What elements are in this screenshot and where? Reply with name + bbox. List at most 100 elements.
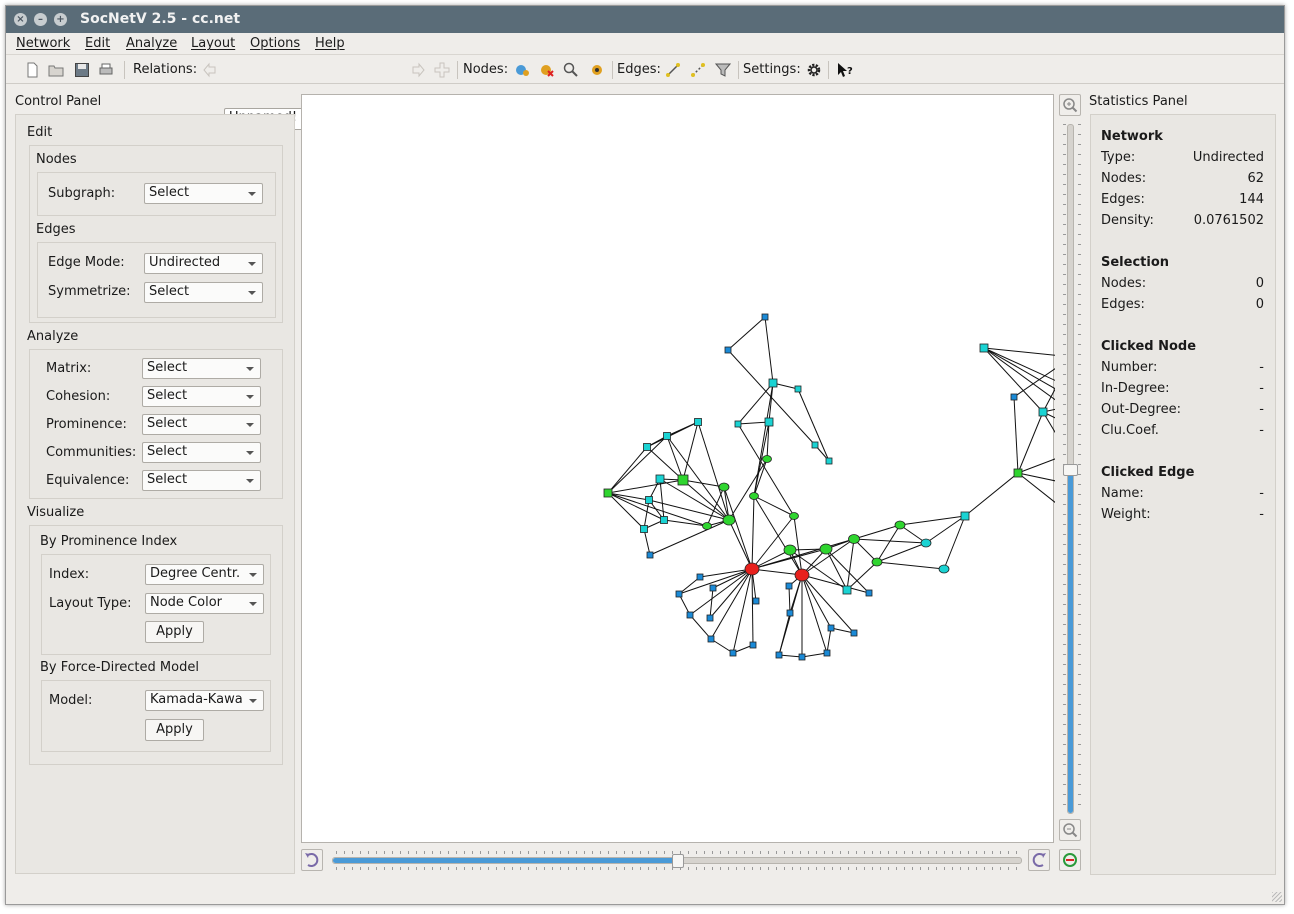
graph-node[interactable]	[871, 557, 883, 567]
graph-node[interactable]	[794, 385, 802, 393]
graph-edge[interactable]	[943, 515, 966, 570]
graph-node[interactable]	[811, 441, 819, 449]
graph-node[interactable]	[645, 496, 653, 504]
graph-node[interactable]	[1010, 393, 1018, 401]
zoom-slider[interactable]	[1063, 124, 1078, 814]
graph-node[interactable]	[752, 597, 760, 605]
graph-canvas[interactable]	[301, 94, 1140, 844]
graph-node[interactable]	[677, 474, 689, 486]
graph-node[interactable]	[789, 512, 799, 520]
rotate-left-button[interactable]	[301, 849, 323, 871]
graph-edge[interactable]	[751, 568, 803, 576]
graph-node[interactable]	[920, 538, 932, 548]
add-relation-icon[interactable]	[434, 62, 450, 78]
filter-edges-icon[interactable]	[715, 62, 731, 78]
graph-edge[interactable]	[753, 382, 774, 497]
graph-edge[interactable]	[964, 472, 1019, 517]
graph-node[interactable]	[894, 520, 906, 530]
graph-node[interactable]	[768, 378, 778, 388]
graph-node[interactable]	[783, 544, 797, 556]
graph-edge[interactable]	[666, 435, 730, 521]
menu-edit[interactable]: Edit	[85, 36, 110, 51]
menu-analyze[interactable]: Analyze	[126, 36, 177, 51]
graph-edge[interactable]	[846, 538, 855, 591]
graph-edge[interactable]	[1017, 453, 1069, 474]
graph-node[interactable]	[603, 488, 613, 498]
maximize-window-button[interactable]: +	[54, 13, 67, 26]
rotate-slider-handle[interactable]	[672, 854, 684, 868]
rotate-slider[interactable]	[332, 854, 1022, 868]
add-edge-icon[interactable]	[665, 62, 681, 78]
zoom-in-button[interactable]	[1059, 94, 1081, 116]
minimize-window-button[interactable]: –	[34, 13, 47, 26]
graph-edge[interactable]	[723, 486, 753, 570]
graph-edge[interactable]	[709, 587, 714, 619]
graph-node[interactable]	[823, 649, 831, 657]
graph-node[interactable]	[785, 582, 793, 590]
index-select[interactable]: Degree Centr.	[145, 564, 264, 585]
graph-node[interactable]	[686, 611, 694, 619]
graph-node[interactable]	[646, 551, 654, 559]
communities-select[interactable]: Select	[142, 442, 261, 463]
graph-node[interactable]	[842, 585, 852, 595]
graph-edge[interactable]	[728, 458, 768, 521]
graph-edge[interactable]	[876, 561, 945, 570]
graph-edge[interactable]	[646, 446, 684, 481]
graph-node[interactable]	[819, 543, 833, 555]
find-node-icon[interactable]	[563, 62, 579, 78]
node-properties-icon[interactable]	[589, 62, 605, 78]
graph-edge[interactable]	[1042, 411, 1069, 455]
symmetrize-select[interactable]: Select	[144, 282, 263, 303]
save-icon[interactable]	[74, 62, 90, 78]
resize-grip[interactable]	[1272, 892, 1282, 902]
graph-node[interactable]	[707, 635, 715, 643]
graph-node[interactable]	[722, 514, 736, 526]
graph-node[interactable]	[744, 562, 760, 576]
graph-edge[interactable]	[727, 316, 766, 351]
graph-edge[interactable]	[788, 585, 791, 614]
menu-options[interactable]: Options	[250, 36, 300, 51]
graph-node[interactable]	[865, 589, 873, 597]
graph-node[interactable]	[696, 573, 704, 581]
graph-node[interactable]	[960, 511, 970, 521]
graph-node[interactable]	[655, 474, 665, 484]
graph-node[interactable]	[749, 641, 757, 649]
graph-edge[interactable]	[1013, 396, 1019, 474]
graph-node[interactable]	[827, 624, 835, 632]
subgraph-select[interactable]: Select	[144, 183, 263, 204]
rotate-right-button[interactable]	[1028, 849, 1050, 871]
graph-node[interactable]	[775, 651, 783, 659]
remove-node-icon[interactable]	[539, 62, 555, 78]
graph-edge[interactable]	[801, 574, 855, 634]
graph-edge[interactable]	[682, 421, 699, 481]
menu-network[interactable]: Network	[16, 36, 70, 51]
graph-node[interactable]	[850, 629, 858, 637]
cohesion-select[interactable]: Select	[142, 386, 261, 407]
new-file-icon[interactable]	[24, 62, 40, 78]
equivalence-select[interactable]: Select	[142, 470, 261, 491]
graph-edge[interactable]	[876, 542, 927, 563]
graph-node[interactable]	[718, 482, 730, 492]
graph-node[interactable]	[794, 568, 810, 582]
graph-node[interactable]	[729, 649, 737, 657]
graph-edge[interactable]	[764, 316, 774, 384]
graph-edge[interactable]	[737, 421, 770, 425]
graph-edge[interactable]	[607, 492, 665, 521]
graph-node[interactable]	[663, 432, 671, 440]
graph-edge[interactable]	[778, 654, 803, 658]
graph-edge[interactable]	[666, 435, 684, 481]
graph-edge[interactable]	[643, 528, 651, 556]
graph-node[interactable]	[702, 522, 712, 530]
graph-edge[interactable]	[826, 627, 832, 654]
apply-model-button[interactable]: Apply	[145, 719, 204, 741]
apply-prominence-button[interactable]: Apply	[145, 621, 204, 643]
graph-node[interactable]	[660, 516, 668, 524]
graph-edge[interactable]	[1042, 411, 1132, 456]
graph-edge[interactable]	[643, 499, 650, 530]
graph-node[interactable]	[749, 492, 759, 500]
graph-edge[interactable]	[899, 515, 966, 526]
graph-node[interactable]	[1013, 468, 1023, 478]
graph-edge[interactable]	[751, 538, 855, 570]
network-graph[interactable]	[302, 95, 1140, 844]
graph-node[interactable]	[675, 590, 683, 598]
